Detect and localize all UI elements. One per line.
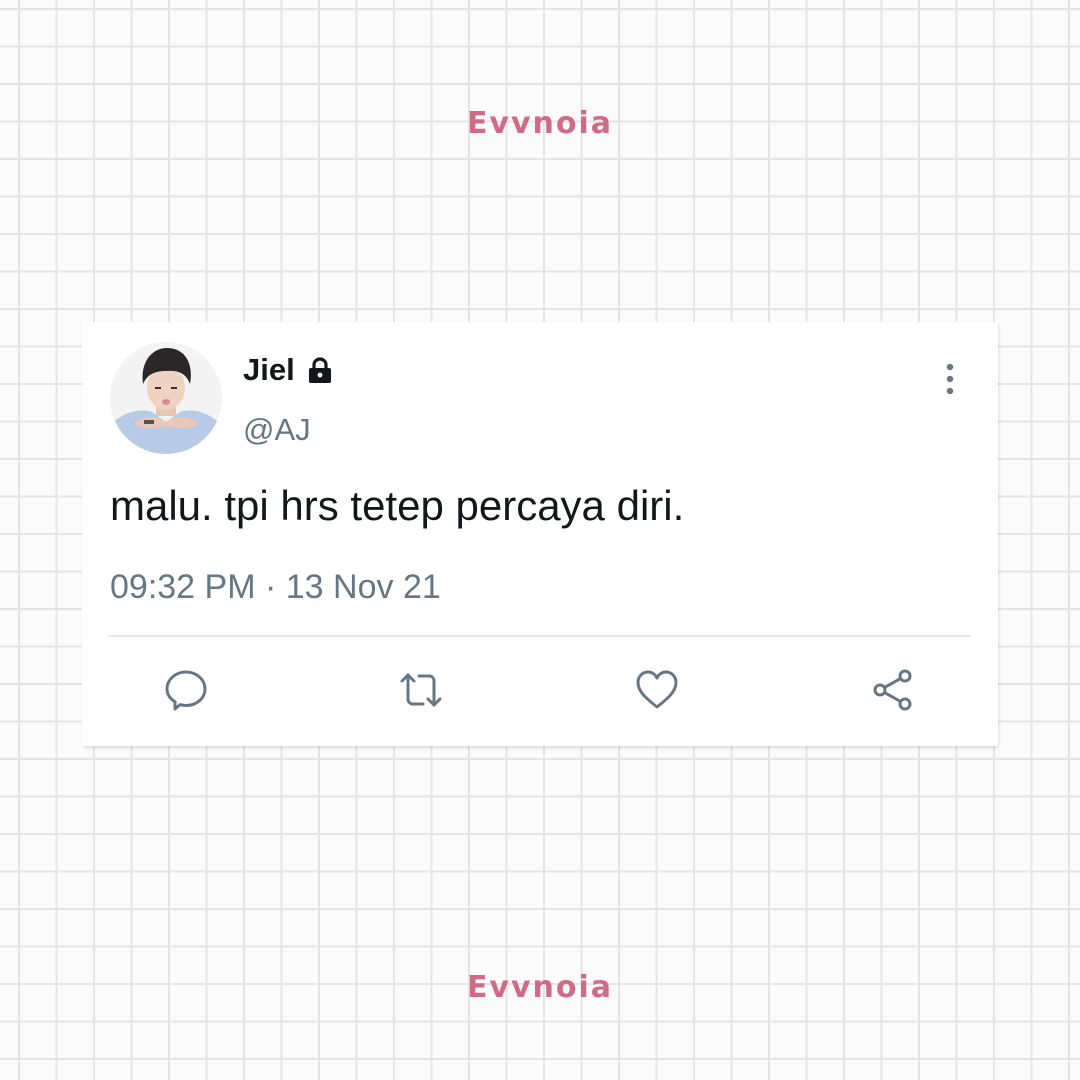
brand-watermark-bottom: Evvnoia (466, 970, 614, 1005)
tweet-time: 09:32 PM (110, 568, 256, 606)
display-name[interactable]: Jiel (243, 352, 295, 388)
tweet-timestamp: 09:32 PM · 13 Nov 21 (110, 568, 441, 607)
tweet-text: malu. tpi hrs tetep percaya diri. (110, 482, 685, 529)
divider (108, 635, 971, 637)
avatar[interactable] (110, 342, 222, 454)
share-icon[interactable] (870, 667, 916, 713)
name-row: Jiel (243, 352, 335, 388)
reply-icon[interactable] (163, 667, 209, 713)
brand-watermark-top: Evvnoia (466, 106, 614, 141)
timestamp-separator: · (264, 568, 277, 606)
lock-icon (305, 355, 335, 385)
heart-icon[interactable] (634, 667, 680, 713)
tweet-card: Jiel @AJ malu. tpi hrs tetep percaya dir… (82, 322, 998, 746)
tweet-date: 13 Nov 21 (285, 568, 441, 606)
retweet-icon[interactable] (398, 667, 444, 713)
user-handle[interactable]: @AJ (243, 412, 311, 448)
more-vertical-icon[interactable] (940, 362, 960, 396)
